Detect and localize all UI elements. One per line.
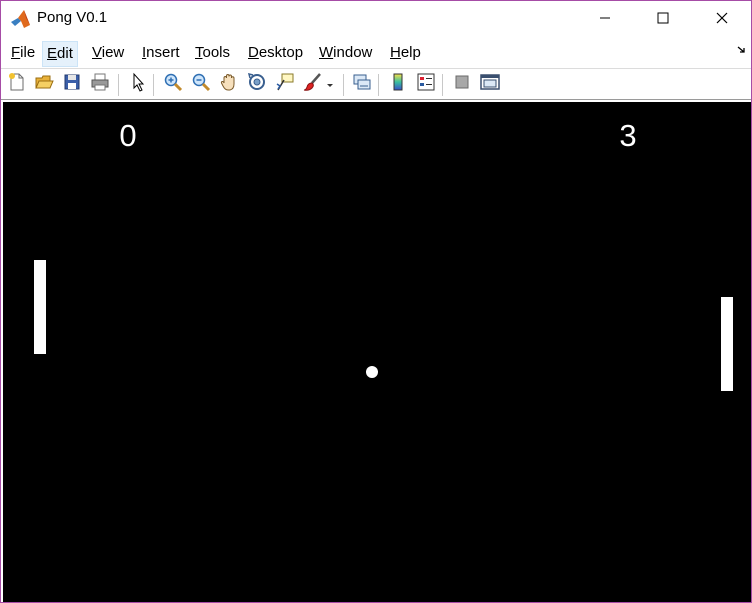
left-paddle — [34, 260, 46, 354]
data-cursor-icon — [275, 72, 295, 97]
toolbar-separator — [118, 74, 119, 96]
rotate-3d-icon — [247, 72, 267, 97]
hide-plot-tools-button[interactable] — [450, 72, 474, 96]
menu-insert[interactable]: Insert — [138, 41, 184, 67]
right-player-score: 3 — [619, 118, 637, 153]
zoom-out-button[interactable] — [189, 72, 213, 96]
menu-view[interactable]: View — [88, 41, 128, 67]
menu-edit[interactable]: Edit — [42, 41, 78, 67]
left-player-score: 0 — [119, 118, 137, 153]
figure-toolbar — [1, 68, 751, 100]
zoom-out-icon — [191, 72, 211, 97]
open-file-icon — [34, 72, 54, 97]
matlab-icon — [10, 8, 32, 30]
toolbar-separator — [153, 74, 154, 96]
insert-legend-icon — [416, 72, 436, 97]
select-pointer-button[interactable] — [126, 72, 150, 96]
save-button[interactable] — [60, 72, 84, 96]
menu-tools[interactable]: Tools — [191, 41, 234, 67]
hide-plot-tools-icon — [452, 72, 472, 97]
minimize-button[interactable] — [576, 1, 634, 35]
brush-button[interactable] — [301, 72, 325, 96]
new-figure-icon — [7, 72, 27, 97]
figure-window: Pong V0.1 File Edit View Insert Tools De… — [0, 0, 752, 603]
zoom-in-button[interactable] — [161, 72, 185, 96]
brush-icon — [303, 72, 323, 97]
title-bar[interactable]: Pong V0.1 — [1, 1, 751, 37]
link-plot-button[interactable] — [350, 72, 374, 96]
toolbar-separator — [378, 74, 379, 96]
brush-dropdown-button[interactable] — [323, 72, 337, 96]
maximize-icon — [657, 12, 669, 24]
open-file-button[interactable] — [32, 72, 56, 96]
toolbar-separator — [442, 74, 443, 96]
menu-help[interactable]: Help — [386, 41, 425, 67]
data-cursor-button[interactable] — [273, 72, 297, 96]
select-pointer-icon — [128, 72, 148, 97]
maximize-button[interactable] — [634, 1, 692, 35]
new-figure-button[interactable] — [5, 72, 29, 96]
toolbar-separator — [343, 74, 344, 96]
link-plot-icon — [352, 72, 372, 97]
show-plot-tools-button[interactable] — [478, 72, 502, 96]
show-plot-tools-icon — [480, 72, 500, 97]
insert-legend-button[interactable] — [414, 72, 438, 96]
close-button[interactable] — [693, 1, 751, 35]
print-button[interactable] — [88, 72, 112, 96]
zoom-in-icon — [163, 72, 183, 97]
insert-colorbar-icon — [388, 72, 408, 97]
right-paddle — [721, 297, 733, 391]
ball — [366, 366, 378, 378]
menu-file[interactable]: File — [7, 41, 39, 67]
window-title: Pong V0.1 — [37, 9, 108, 26]
print-icon — [90, 72, 110, 97]
brush-dropdown-icon — [326, 75, 334, 93]
menu-desktop[interactable]: Desktop — [244, 41, 307, 67]
rotate-3d-button[interactable] — [245, 72, 269, 96]
minimize-icon — [599, 12, 611, 24]
game-court[interactable]: 0 3 — [3, 102, 751, 602]
dock-arrow-icon[interactable] — [737, 45, 747, 58]
pan-button[interactable] — [217, 72, 241, 96]
save-icon — [62, 72, 82, 97]
menu-bar: File Edit View Insert Tools Desktop Wind… — [1, 39, 751, 67]
menu-window[interactable]: Window — [315, 41, 376, 67]
pan-hand-icon — [219, 72, 239, 97]
close-icon — [716, 12, 728, 24]
insert-colorbar-button[interactable] — [386, 72, 410, 96]
